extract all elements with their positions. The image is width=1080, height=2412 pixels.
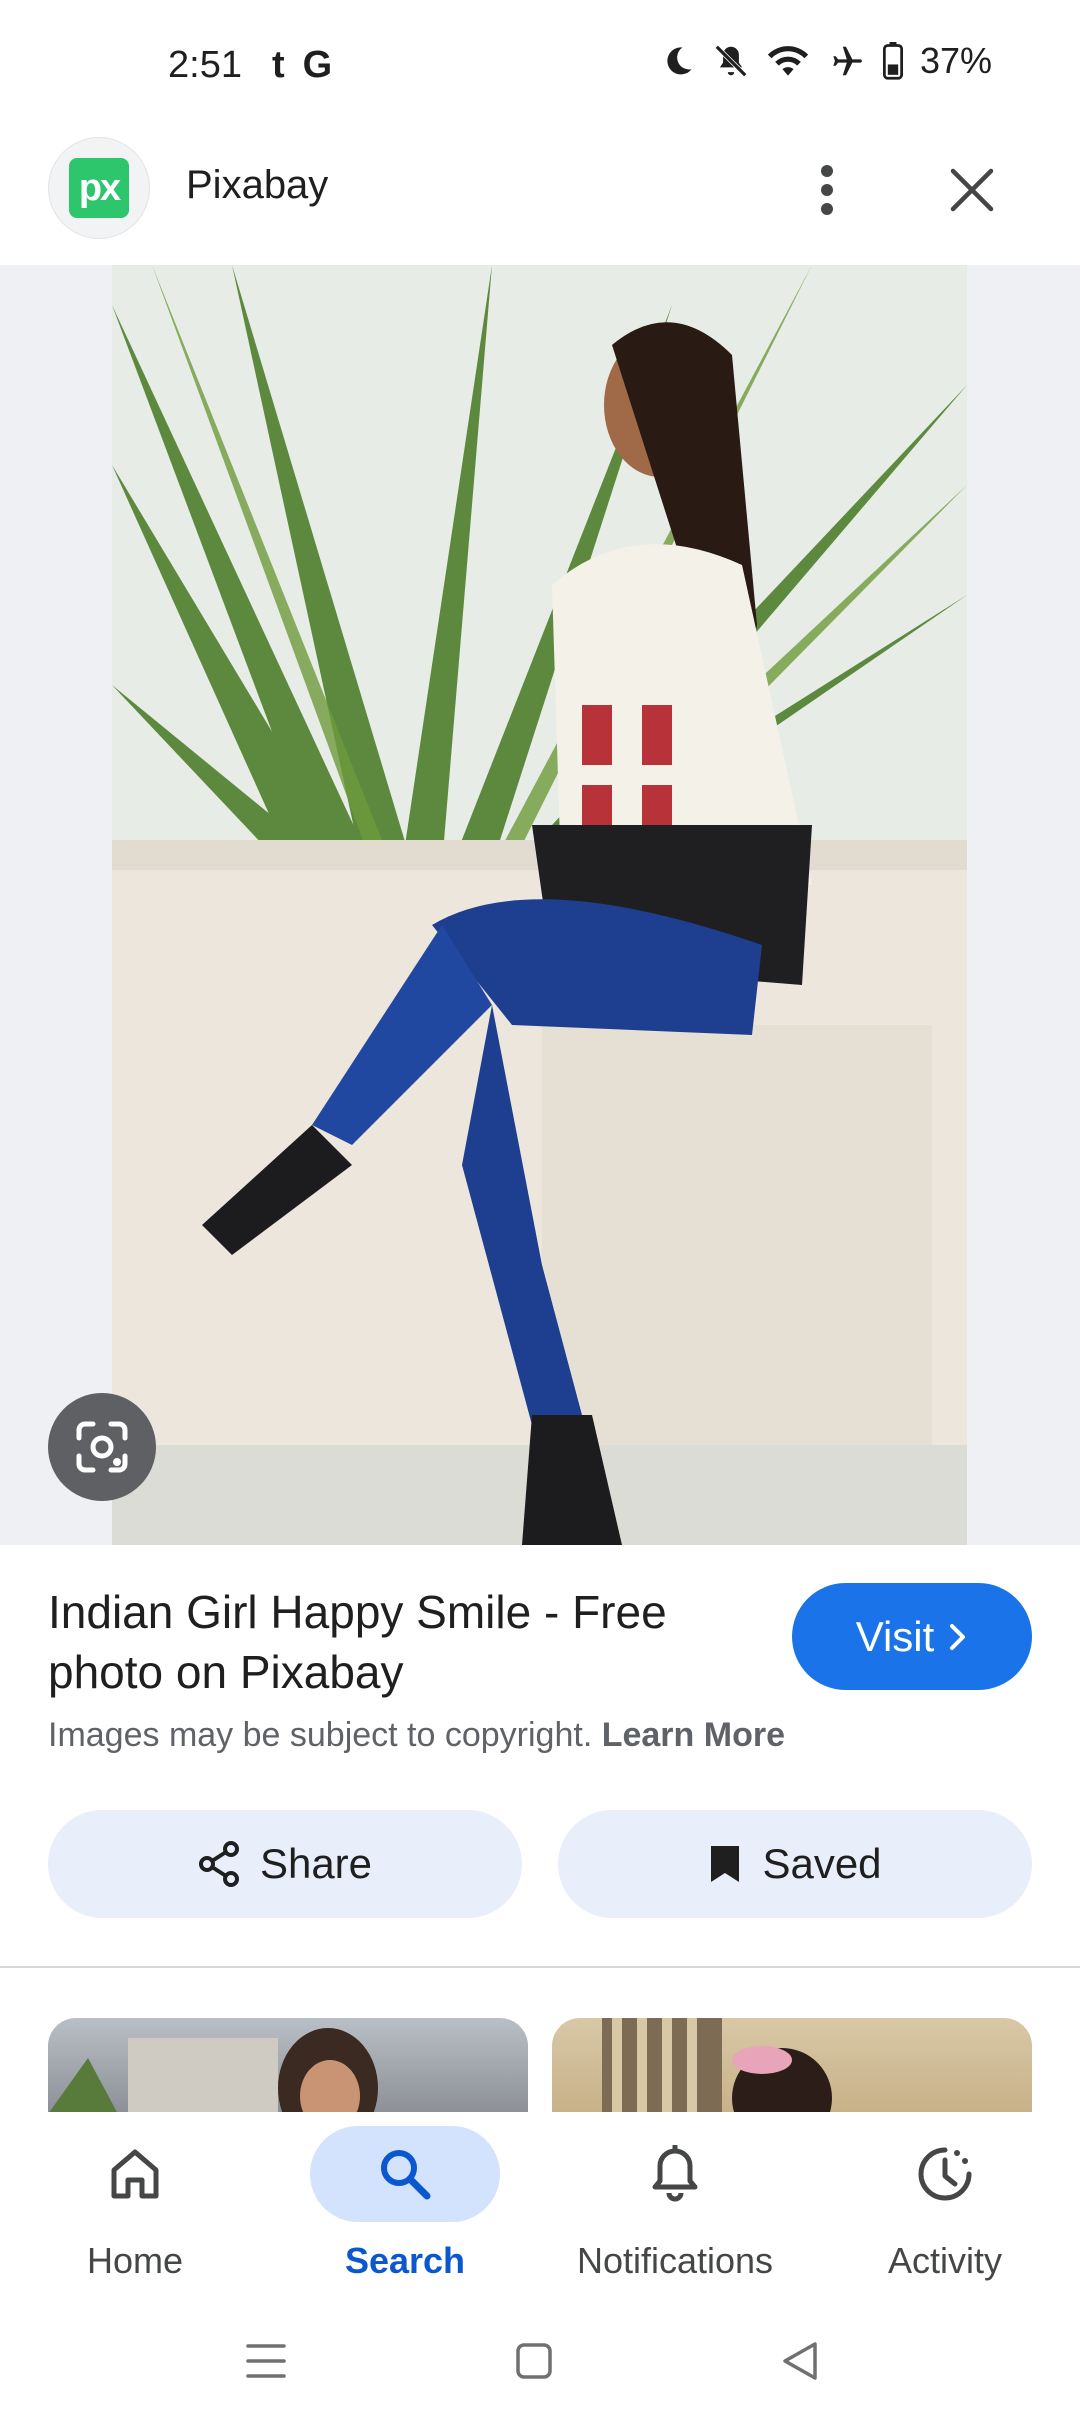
- system-navigation-bar: [0, 2308, 1080, 2412]
- bottom-navigation: Home Search Notifications Activity: [0, 2112, 1080, 2308]
- visit-label: Visit: [855, 1612, 935, 1660]
- status-indicators: 37%: [660, 40, 992, 82]
- related-image-thumbnail[interactable]: [552, 2018, 1032, 2114]
- chevron-right-icon: [950, 1623, 966, 1650]
- status-time: 2:51: [168, 44, 242, 86]
- status-app-icons: t G: [272, 44, 332, 87]
- result-title[interactable]: Indian Girl Happy Smile - Free photo on …: [48, 1582, 748, 1702]
- mute-icon: [712, 42, 750, 80]
- wifi-icon: [766, 42, 810, 80]
- nav-home[interactable]: Home: [0, 2126, 270, 2296]
- share-icon: [198, 1841, 239, 1887]
- menu-lines-icon: [246, 2344, 286, 2378]
- saved-label: Saved: [762, 1840, 882, 1887]
- battery-percent: 37%: [919, 40, 992, 81]
- site-name[interactable]: Pixabay: [186, 163, 328, 208]
- home-icon: [111, 2149, 159, 2199]
- recents-button[interactable]: [236, 2336, 296, 2386]
- bell-icon: [652, 2145, 698, 2202]
- bookmark-filled-icon: [711, 1846, 740, 1882]
- back-button[interactable]: [770, 2336, 830, 2386]
- google-lens-button[interactable]: [48, 1393, 156, 1501]
- battery-icon: [882, 42, 904, 80]
- tumblr-notification-icon: t: [272, 44, 285, 86]
- activity-icon: [918, 2147, 972, 2201]
- saved-button[interactable]: Saved: [558, 1810, 1032, 1918]
- copyright-text: Images may be subject to copyright.: [48, 1716, 593, 1754]
- image-preview-area: [0, 265, 1080, 1545]
- share-button[interactable]: Share: [48, 1810, 522, 1918]
- nav-activity-label: Activity: [887, 2240, 1002, 2281]
- nav-notifications[interactable]: Notifications: [540, 2126, 810, 2296]
- source-header: px Pixabay: [0, 135, 1080, 265]
- site-favicon[interactable]: px: [48, 137, 150, 239]
- related-image-thumbnail[interactable]: [48, 2018, 528, 2114]
- lens-icon: [76, 1421, 128, 1473]
- section-divider: [0, 1966, 1080, 1968]
- nav-notifications-label: Notifications: [576, 2240, 774, 2281]
- more-options-button[interactable]: [802, 155, 852, 225]
- more-vert-icon: [821, 165, 833, 215]
- square-icon: [516, 2343, 552, 2379]
- nav-search-label: Search: [344, 2240, 466, 2281]
- visit-button[interactable]: Visit: [792, 1583, 1032, 1690]
- nav-search[interactable]: Search: [270, 2126, 540, 2296]
- close-icon: [950, 168, 994, 212]
- copyright-notice: Images may be subject to copyright. Lear…: [48, 1716, 785, 1755]
- nav-activity[interactable]: Activity: [810, 2126, 1080, 2296]
- status-bar: 2:51 t G 37%: [0, 0, 1080, 135]
- share-label: Share: [259, 1840, 373, 1887]
- pixabay-logo: px: [69, 158, 129, 218]
- result-photo[interactable]: [112, 265, 967, 1545]
- close-button[interactable]: [942, 155, 1002, 225]
- learn-more-link[interactable]: Learn More: [602, 1716, 785, 1754]
- nav-home-label: Home: [86, 2240, 184, 2281]
- home-system-button[interactable]: [504, 2336, 564, 2386]
- search-icon: [381, 2150, 431, 2200]
- back-triangle-icon: [783, 2342, 817, 2380]
- moon-icon: [660, 43, 696, 79]
- airplane-icon: [826, 42, 866, 80]
- google-notification-icon: G: [302, 44, 333, 86]
